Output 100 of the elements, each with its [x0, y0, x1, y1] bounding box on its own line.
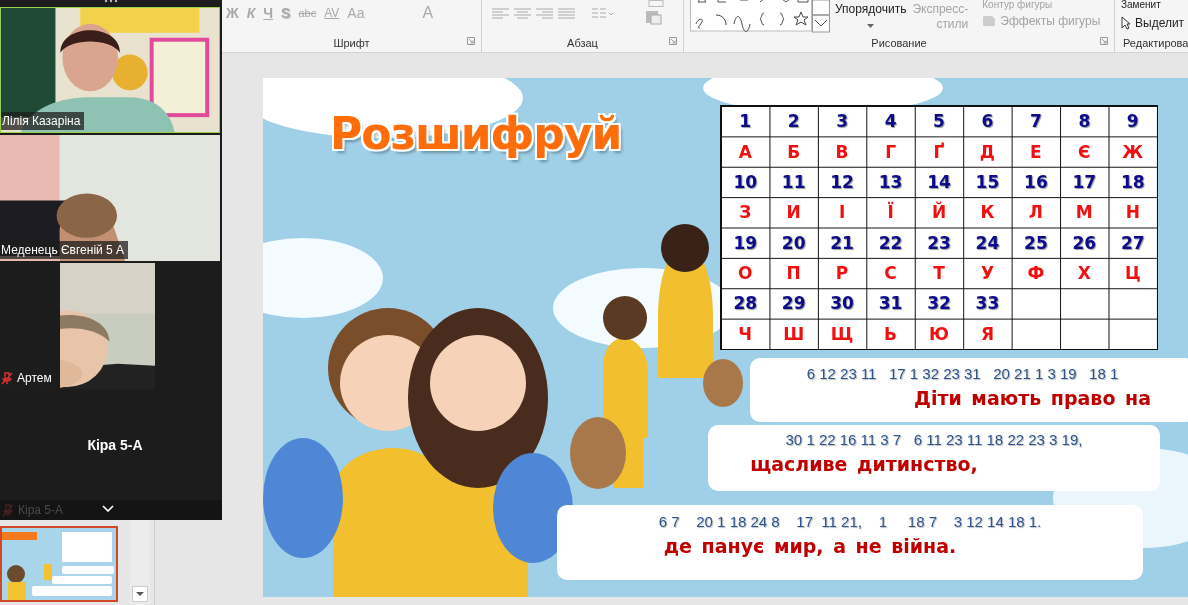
table-cell-text: 16 — [1023, 170, 1049, 194]
table-cell-text: Ф — [1026, 262, 1046, 286]
group-label: Рисование — [871, 37, 927, 49]
table-cell-text: 10 — [732, 170, 759, 194]
group-label: Абзац — [567, 37, 598, 49]
table-cell-text: 5 — [932, 110, 946, 134]
dialog-launcher-icon[interactable] — [467, 37, 475, 45]
table-cell-text: 18 — [1119, 170, 1146, 194]
table-cell-text: 13 — [877, 170, 904, 194]
code-numbers: 30 1 22 16 11 3 7 6 11 23 11 18 22 23 3 19, — [785, 431, 1083, 448]
table-cell-text: Х — [1076, 262, 1092, 286]
table-cell-text: Т — [932, 262, 946, 286]
table-cell-text: Б — [786, 140, 802, 164]
table-cell-text: З — [738, 201, 753, 225]
table-cell-text: Й — [930, 200, 948, 225]
table-cell-text: Є — [1077, 140, 1092, 164]
table-cell-text: М — [1074, 201, 1094, 225]
table-cell-text: Ю — [928, 322, 950, 346]
table-cell-text: К — [979, 201, 996, 225]
align-icon[interactable] — [514, 8, 531, 20]
table-cell-text: 6 — [980, 110, 995, 134]
more-icon[interactable] — [104, 0, 118, 4]
table-cell-text: Я — [979, 322, 995, 346]
table-cell-text: 2 — [786, 110, 801, 134]
table-cell-text: А — [737, 140, 753, 164]
table-cell-text: С — [883, 262, 898, 286]
table-cell-text: 23 — [926, 231, 952, 255]
table-cell-text: Щ — [829, 322, 855, 346]
table-cell-text: 30 — [829, 292, 855, 316]
table-cell-text: 25 — [1023, 231, 1049, 255]
align-icon[interactable] — [558, 8, 575, 20]
table-cell-text: 28 — [732, 292, 759, 316]
table-cell-text: 20 — [780, 231, 807, 255]
table-cell-text: Л — [1027, 201, 1044, 225]
table-cell-text: І — [837, 201, 847, 225]
table-cell-text: Ш — [782, 322, 806, 346]
table-cell-text: 15 — [974, 170, 1001, 194]
table-cell-text: 4 — [883, 110, 898, 134]
video-tile[interactable]: Лілія Казаріна — [0, 7, 220, 133]
columns-icon[interactable] — [592, 8, 614, 20]
dialog-launcher-icon[interactable] — [669, 37, 677, 45]
table-cell-text: У — [979, 262, 995, 286]
table-cell-text: П — [785, 262, 802, 286]
table-cell-text: О — [737, 262, 754, 286]
table-cell-text: 12 — [829, 170, 855, 194]
table-cell-text: Е — [1029, 140, 1043, 164]
chevron-down-icon[interactable] — [102, 505, 114, 512]
table-cell-text: 27 — [1119, 231, 1146, 255]
align-icon[interactable] — [492, 8, 509, 20]
table-cell-text: 9 — [1125, 110, 1140, 134]
scroll-down-button[interactable] — [132, 586, 148, 602]
table-cell-text: 1 — [738, 110, 753, 134]
arrange-button[interactable]: Упорядочить — [835, 2, 907, 16]
table-cell-text: Ї — [886, 200, 895, 225]
select-button[interactable]: Выделит — [1135, 16, 1185, 30]
table-cell-text: Н — [1124, 201, 1141, 225]
slide-thumbnail[interactable] — [0, 526, 118, 602]
table-cell-text: 29 — [780, 292, 807, 316]
shape-effects-icon — [982, 15, 997, 27]
table-cell-text: Г — [884, 140, 897, 164]
table-cell-text: 26 — [1071, 231, 1098, 255]
table-cell-text: 8 — [1077, 110, 1092, 134]
table-cell-text: Ж — [1121, 140, 1145, 164]
align-icon[interactable] — [536, 8, 553, 20]
group-label: Шрифт — [333, 37, 370, 49]
decoded-phrase: Діти мають право на — [914, 387, 1151, 409]
group-label: Редактирова — [1123, 37, 1188, 49]
table-cell-text: В — [834, 140, 850, 164]
table-cell-text: Ь — [883, 322, 899, 346]
replace-button[interactable]: Заменит — [1121, 0, 1188, 10]
table-cell-text: Ц — [1123, 262, 1142, 286]
participant-name: Лілія Казаріна — [1, 112, 85, 130]
table-cell-text: 19 — [732, 231, 759, 255]
cursor-icon — [1121, 16, 1131, 30]
table-cell-text: 3 — [835, 110, 849, 134]
gallery-more-button[interactable] — [812, 0, 830, 33]
decoded-phrase: де панує мир, а не війна. — [663, 535, 957, 557]
table-cell-text: Ґ — [932, 140, 946, 164]
dialog-launcher-icon[interactable] — [1100, 37, 1108, 45]
table-cell-text: Ч — [737, 322, 754, 346]
table-cell-text: 14 — [926, 170, 952, 194]
table-cell-text: 7 — [1028, 110, 1043, 134]
decoded-phrase: щасливе дитинство, — [750, 453, 978, 475]
table-cell-text: 22 — [877, 231, 904, 255]
table-cell-text: 21 — [829, 231, 855, 255]
table-cell-text: Р — [834, 262, 850, 286]
code-numbers: 6 12 23 11 17 1 32 23 31 20 21 1 3 19 18 1 — [806, 365, 1119, 382]
table-cell-text: 32 — [926, 292, 952, 316]
caret-icon — [867, 24, 875, 28]
table-cell-text: И — [785, 201, 802, 225]
participant-name: Кіра 5-А — [87, 436, 143, 453]
table-cell-text: 11 — [780, 170, 807, 194]
table-cell-text: 17 — [1071, 170, 1098, 194]
table-cell-text: 31 — [877, 292, 904, 316]
table-cell-text: 33 — [974, 292, 1001, 316]
code-numbers: 6 7 20 1 18 24 8 17 11 21, 1 18 7 3 12 14 18 1. — [658, 513, 1042, 530]
video-tile[interactable]: Меденець Євгеній 5 А — [0, 135, 220, 261]
table-cell-text: 24 — [974, 231, 1001, 255]
textbox-icon[interactable] — [645, 0, 667, 26]
participant-name: Меденець Євгеній 5 А — [0, 241, 129, 259]
